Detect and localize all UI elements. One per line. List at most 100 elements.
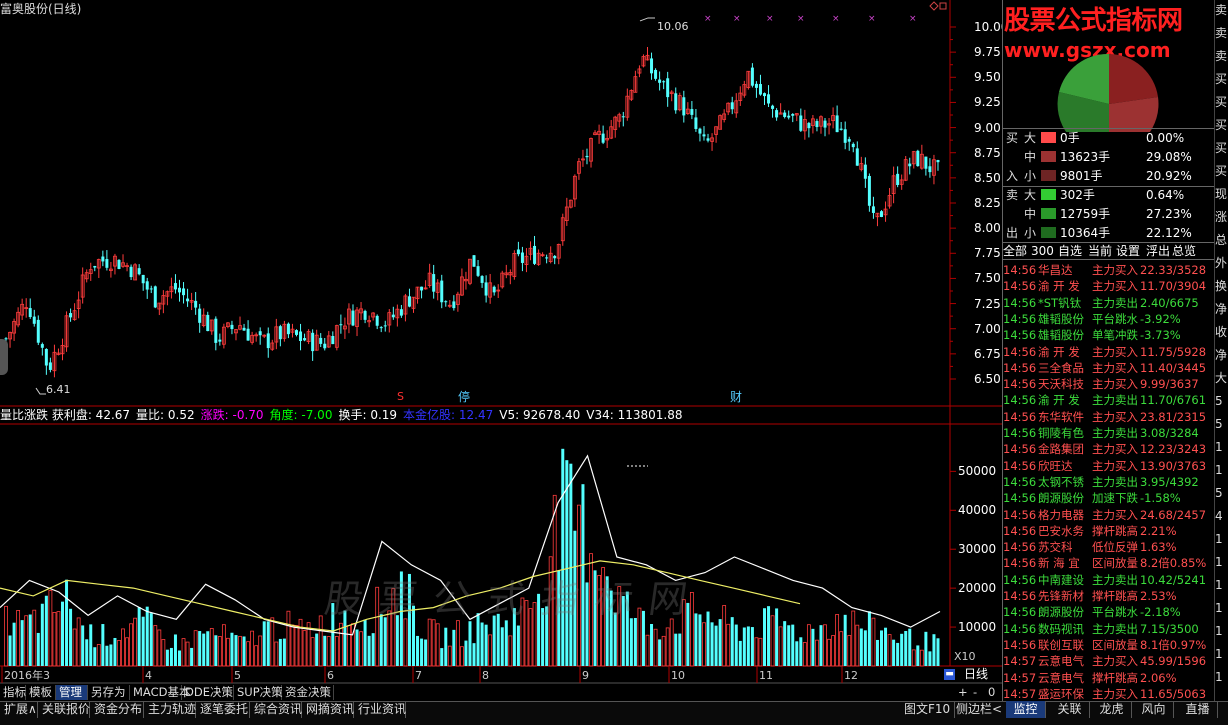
monitor-row[interactable]: 14:57 云意电气 撑杆跳高 2.06% xyxy=(1002,670,1214,686)
bottom-tab[interactable]: 主力轨迹 xyxy=(144,701,196,718)
monitor-stock-name[interactable]: 天沃科技 xyxy=(1038,376,1084,392)
monitor-row[interactable]: 14:56 渝 开 发主力买入 11.70/3904 xyxy=(1002,278,1214,294)
monitor-bottom-tab[interactable]: 直播 xyxy=(1178,701,1218,718)
bottom-tab[interactable]: 资金分布 xyxy=(90,701,144,718)
zoom-out-button[interactable]: - xyxy=(970,685,980,700)
bottom-tab[interactable]: 扩展∧ xyxy=(0,701,38,718)
monitor-tab[interactable]: 自选 xyxy=(1058,245,1082,257)
monitor-row[interactable]: 14:56 东华软件 主力买入 23.81/2315 xyxy=(1002,409,1214,425)
monitor-row[interactable]: 14:56 雄韬股份 单笔冲跌 -3.73% xyxy=(1002,327,1214,343)
monitor-bottom-tab[interactable]: 关联 xyxy=(1050,701,1090,718)
monitor-stock-name[interactable]: 三全食品 xyxy=(1038,360,1084,376)
monitor-row[interactable]: 14:56 联创互联 区间放量 8.1倍0.97% xyxy=(1002,637,1214,653)
toolbar-button[interactable]: 模板 xyxy=(26,685,56,700)
monitor-tab[interactable]: 全部 xyxy=(1003,245,1027,257)
f10-button[interactable]: 图文F10 xyxy=(900,701,956,718)
monitor-stock-name[interactable]: 格力电器 xyxy=(1038,507,1084,523)
volume-bar xyxy=(460,646,464,667)
monitor-row[interactable]: 14:56 先锋新材 撑杆跳高 2.53% xyxy=(1002,588,1214,604)
zoom-in-button[interactable]: + xyxy=(955,685,971,700)
event-mark-suspend[interactable]: 停 xyxy=(458,391,470,403)
scroll-handle[interactable] xyxy=(0,339,8,375)
monitor-row[interactable]: 14:56 铜陵有色 主力卖出 3.08/3284 xyxy=(1002,425,1214,441)
monitor-stock-name[interactable]: 数码视讯 xyxy=(1038,621,1084,637)
monitor-row[interactable]: 14:56 天沃科技 主力买入 9.99/3637 xyxy=(1002,376,1214,392)
monitor-tab[interactable]: 当前 xyxy=(1088,245,1112,257)
toolbar-button[interactable]: SUP决策 xyxy=(234,685,283,700)
monitor-row[interactable]: 14:56 渝 开 发主力卖出 11.70/6761 xyxy=(1002,392,1214,408)
monitor-tab[interactable]: 浮出 xyxy=(1146,245,1170,257)
monitor-stock-name[interactable]: *ST钒钛 xyxy=(1038,295,1081,311)
monitor-stock-name[interactable]: 铜陵有色 xyxy=(1038,425,1084,441)
monitor-stock-name[interactable]: 渝 开 发 xyxy=(1038,392,1080,408)
monitor-stock-name[interactable]: 中南建设 xyxy=(1038,572,1084,588)
monitor-bottom-tab[interactable]: 监控 xyxy=(1006,701,1046,718)
monitor-stock-name[interactable]: 新 海 宜 xyxy=(1038,555,1080,571)
sell-label-top: 卖 xyxy=(1006,188,1019,202)
bottom-tab[interactable]: 逐笔委托 xyxy=(196,701,250,718)
monitor-stock-name[interactable]: 巴安水务 xyxy=(1038,523,1084,539)
event-mark-s[interactable]: S xyxy=(397,391,404,402)
monitor-row[interactable]: 14:56 金路集团 主力买入 12.23/3243 xyxy=(1002,441,1214,457)
volume-bar xyxy=(936,638,940,666)
period-toggle-icon[interactable]: ▬ xyxy=(944,669,955,680)
monitor-row[interactable]: 14:56 巴安水务 撑杆跳高 2.21% xyxy=(1002,523,1214,539)
monitor-stock-name[interactable]: 云意电气 xyxy=(1038,653,1084,669)
monitor-tab[interactable]: 300 xyxy=(1031,245,1054,257)
monitor-stock-name[interactable]: 太钢不锈 xyxy=(1038,474,1084,490)
monitor-row[interactable]: 14:57 云意电气 主力买入 45.99/1596 xyxy=(1002,653,1214,669)
monitor-stock-name[interactable]: 渝 开 发 xyxy=(1038,278,1080,294)
toolbar-button[interactable]: 资金决策 xyxy=(282,685,334,700)
event-mark-finance[interactable]: 财 xyxy=(730,391,742,403)
indicator-name[interactable]: 量比涨跌 xyxy=(0,408,52,422)
monitor-stock-name[interactable]: 苏交科 xyxy=(1038,539,1073,555)
period-label[interactable]: 日线 xyxy=(964,668,988,680)
monitor-tab[interactable]: 总览 xyxy=(1172,245,1196,257)
toolbar-button[interactable]: 指标 xyxy=(0,685,26,700)
bottom-tab[interactable]: 关联报价 xyxy=(38,701,90,718)
volume-bar xyxy=(516,625,520,666)
monitor-stock-name[interactable]: 联创互联 xyxy=(1038,637,1084,653)
monitor-row[interactable]: 14:56 格力电器 主力买入 24.68/2457 xyxy=(1002,507,1214,523)
monitor-row[interactable]: 14:56 *ST钒钛 主力卖出 2.40/6675 xyxy=(1002,295,1214,311)
monitor-row[interactable]: 14:56 欣旺达 主力买入 13.90/3763 xyxy=(1002,458,1214,474)
toolbar-button[interactable]: DDE决策 xyxy=(182,685,234,700)
monitor-row[interactable]: 14:56 三全食品 主力买入 11.40/3445 xyxy=(1002,360,1214,376)
monitor-row[interactable]: 14:56 渝 开 发主力买入 11.75/5928 xyxy=(1002,344,1214,360)
zoom-reset-button[interactable]: 0 xyxy=(985,685,998,700)
side-strip-char: 5 xyxy=(1215,417,1223,431)
monitor-stock-name[interactable]: 先锋新材 xyxy=(1038,588,1084,604)
bottom-tab[interactable]: 行业资讯 xyxy=(354,701,406,718)
monitor-stock-name[interactable]: 雄韬股份 xyxy=(1038,311,1084,327)
monitor-bottom-tab[interactable]: 风向 xyxy=(1134,701,1174,718)
monitor-tab[interactable]: 设置 xyxy=(1116,245,1140,257)
sidebar-toggle[interactable]: 侧边栏< xyxy=(952,701,1008,718)
capital-pie-chart[interactable] xyxy=(1054,52,1164,132)
toolbar-button[interactable]: 另存为 xyxy=(88,685,130,700)
monitor-stock-name[interactable]: 欣旺达 xyxy=(1038,458,1073,474)
monitor-row[interactable]: 14:56 苏交科 低位反弹 1.63% xyxy=(1002,539,1214,555)
monitor-row[interactable]: 14:56 中南建设 主力卖出 10.42/5241 xyxy=(1002,572,1214,588)
monitor-row[interactable]: 14:56 朗源股份 加速下跌 -1.58% xyxy=(1002,490,1214,506)
monitor-row[interactable]: 14:56 朗源股份 平台跳水 -2.18% xyxy=(1002,604,1214,620)
monitor-stock-name[interactable]: 云意电气 xyxy=(1038,670,1084,686)
monitor-row[interactable]: 14:56 新 海 宜区间放量 8.2倍0.85% xyxy=(1002,555,1214,571)
monitor-bottom-tab[interactable]: 龙虎 xyxy=(1092,701,1132,718)
monitor-row[interactable]: 14:56 太钢不锈 主力卖出 3.95/4392 xyxy=(1002,474,1214,490)
toolbar-button[interactable]: 管理 xyxy=(56,685,88,700)
monitor-stock-name[interactable]: 金路集团 xyxy=(1038,441,1084,457)
bottom-tab[interactable]: 综合资讯 xyxy=(250,701,302,718)
monitor-stock-name[interactable]: 东华软件 xyxy=(1038,409,1084,425)
monitor-row[interactable]: 14:56 数码视讯 主力卖出 7.15/3500 xyxy=(1002,621,1214,637)
monitor-stock-name[interactable]: 朗源股份 xyxy=(1038,604,1084,620)
toolbar-button[interactable]: MACD基本 xyxy=(130,685,190,700)
monitor-row[interactable]: 14:56 华昌达 主力买入 22.33/3528 xyxy=(1002,262,1214,278)
monitor-stock-name[interactable]: 华昌达 xyxy=(1038,262,1073,278)
monitor-row[interactable]: 14:57 盛运环保 主力买入 11.65/5063 xyxy=(1002,686,1214,702)
monitor-stock-name[interactable]: 渝 开 发 xyxy=(1038,344,1080,360)
monitor-stock-name[interactable]: 雄韬股份 xyxy=(1038,327,1084,343)
bottom-tab[interactable]: 网摘资讯 xyxy=(302,701,354,718)
monitor-row[interactable]: 14:56 雄韬股份 平台跳水 -3.92% xyxy=(1002,311,1214,327)
monitor-stock-name[interactable]: 盛运环保 xyxy=(1038,686,1084,702)
monitor-stock-name[interactable]: 朗源股份 xyxy=(1038,490,1084,506)
